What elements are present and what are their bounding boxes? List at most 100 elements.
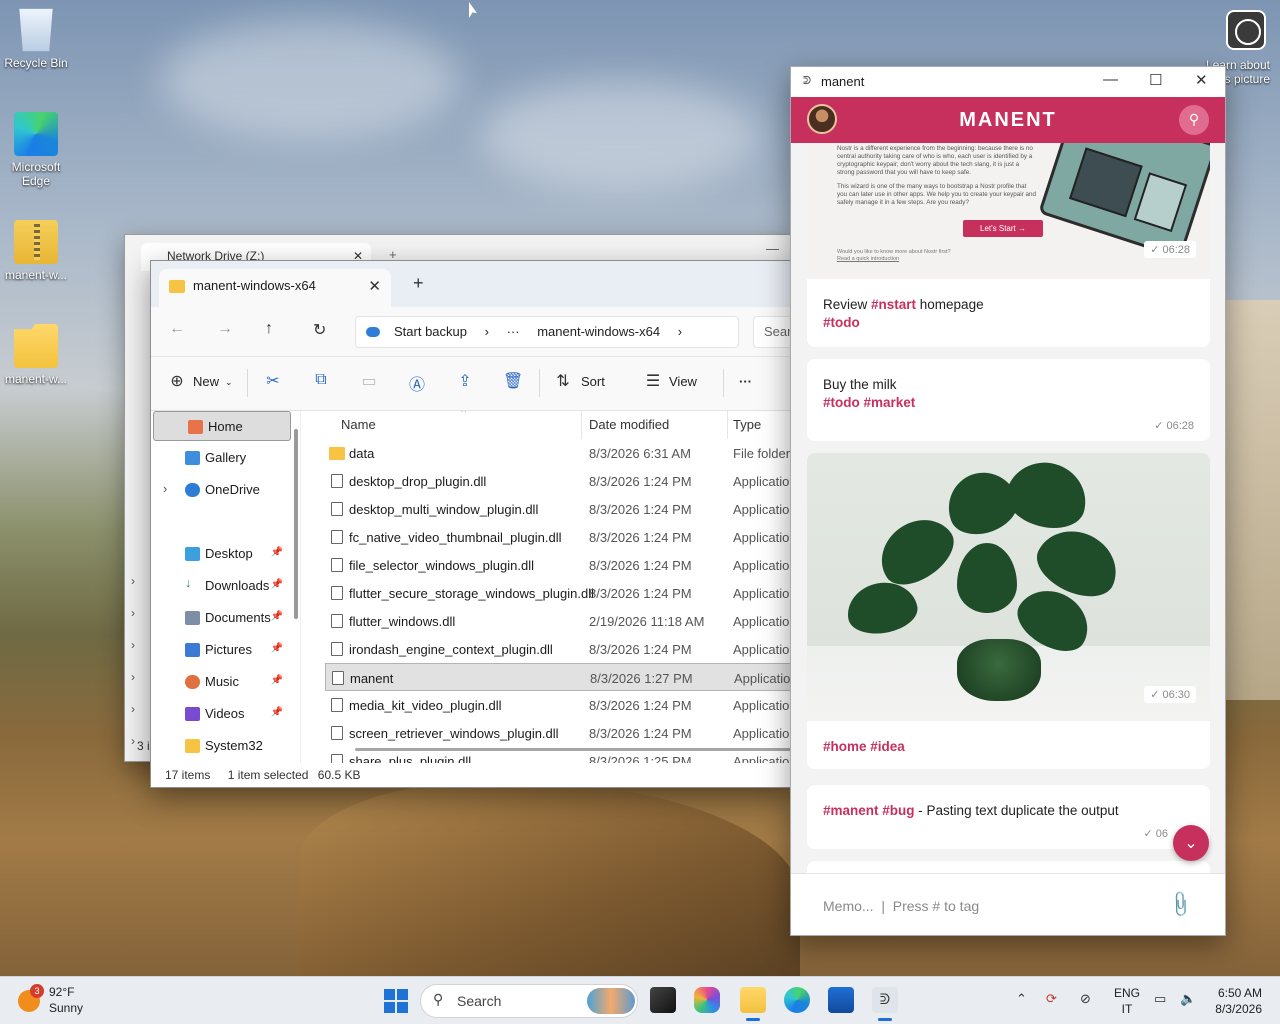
nav-item-home[interactable]: Home <box>153 411 291 441</box>
language-indicator[interactable]: ENG IT <box>1114 985 1140 1017</box>
scrollbar[interactable] <box>294 429 298 619</box>
file-explorer-icon[interactable] <box>740 987 766 1021</box>
file-row[interactable]: data 8/3/2026 6:31 AM File folder <box>325 439 793 467</box>
hashtag[interactable]: #market <box>864 395 916 410</box>
close-icon[interactable]: ✕ <box>1195 71 1208 89</box>
weather-widget[interactable]: 3 92°F Sunny <box>18 984 83 1016</box>
close-tab-icon[interactable]: ✕ <box>368 277 381 295</box>
hashtag[interactable]: #bug <box>882 803 914 818</box>
desktop-icon-edge[interactable]: Microsoft Edge <box>0 112 72 188</box>
chevron-up-icon[interactable]: ⌃ <box>1016 991 1027 1007</box>
memo-input[interactable]: Memo... | Press # to tag 📎 <box>791 873 1225 935</box>
taskbar-search[interactable]: ⚲ Search <box>420 984 638 1018</box>
note-card[interactable]: Buy the milk #todo #market ✓ 06:28 <box>807 359 1210 441</box>
new-button[interactable]: New <box>193 374 219 389</box>
up-arrow-icon[interactable]: ↑ <box>265 320 273 338</box>
expand-arrow-icon[interactable]: › <box>163 481 167 496</box>
file-row[interactable]: flutter_windows.dll 2/19/2026 11:18 AM App… <box>325 607 793 635</box>
cut-icon[interactable]: ✂ <box>263 371 283 391</box>
plant-photo[interactable]: ✓ 06:30 <box>807 453 1210 721</box>
store-icon[interactable] <box>828 987 854 1013</box>
minimize-icon[interactable]: — <box>1103 71 1118 88</box>
explorer-window[interactable]: manent-windows-x64 ✕ + ← → ↑ ↻ Start bac… <box>150 260 794 788</box>
share-icon[interactable]: ⇪ <box>455 371 475 391</box>
column-date[interactable]: Date modified <box>589 417 669 432</box>
column-type[interactable]: Type <box>733 417 761 432</box>
clock[interactable]: 6:50 AM 8/3/2026 <box>1215 985 1262 1017</box>
hashtag[interactable]: #todo <box>823 315 860 330</box>
refresh-icon[interactable]: ↻ <box>313 320 326 340</box>
nav-item-documents[interactable]: Documents 📌 <box>151 603 289 633</box>
desktop-icon-recycle-bin[interactable]: Recycle Bin <box>0 8 72 70</box>
file-row[interactable]: flutter_secure_storage_windows_plugin.dl… <box>325 579 793 607</box>
start-button[interactable] <box>384 989 408 1013</box>
copy-icon[interactable]: ⧉ <box>311 371 331 391</box>
file-row[interactable]: screen_retriever_windows_plugin.dll 8/3/2… <box>325 719 793 747</box>
file-row[interactable]: desktop_drop_plugin.dll 8/3/2026 1:24 PM A… <box>325 467 793 495</box>
pin-icon[interactable]: 📌 <box>271 611 283 622</box>
hashtags[interactable]: #home #idea <box>823 739 905 754</box>
volume-icon[interactable]: 🔈 <box>1180 991 1196 1007</box>
cloud <box>480 80 760 190</box>
nav-item-system32[interactable]: System32 <box>151 731 289 761</box>
minimize-icon[interactable]: — <box>766 241 779 256</box>
breadcrumb-more[interactable]: ··· <box>507 324 520 339</box>
nav-item-onedrive[interactable]: › OneDrive <box>151 475 289 505</box>
cloud-offline-icon[interactable]: ⊘ <box>1080 991 1091 1007</box>
rename-icon[interactable]: Ⓐ <box>407 371 427 394</box>
paste-icon[interactable]: ▭ <box>359 371 379 391</box>
nav-item-gallery[interactable]: Gallery <box>151 443 289 473</box>
nav-item-videos[interactable]: Videos 📌 <box>151 699 289 729</box>
hashtag[interactable]: #todo <box>823 395 860 410</box>
file-row[interactable]: fc_native_video_thumbnail_plugin.dll 8/3/… <box>325 523 793 551</box>
new-tab-icon[interactable]: + <box>413 273 424 294</box>
notes-feed[interactable]: Nostr is a different experience from the… <box>791 143 1225 875</box>
note-photo-card[interactable]: ✓ 06:30 #home #idea <box>807 453 1210 769</box>
pin-icon[interactable]: 📌 <box>271 675 283 686</box>
desktop-icon-folder[interactable]: manent-w... <box>0 324 72 386</box>
sync-icon[interactable]: ⟳ <box>1046 991 1057 1007</box>
manent-window[interactable]: ᕲ manent — ☐ ✕ MANENT ⚲ Nostr is a diffe… <box>790 66 1226 936</box>
maximize-icon[interactable]: ☐ <box>1149 71 1162 89</box>
hashtag[interactable]: #nstart <box>871 297 916 312</box>
delete-icon[interactable]: 🗑 <box>503 371 523 391</box>
pin-icon[interactable]: 📌 <box>271 547 283 558</box>
pin-icon[interactable]: 📌 <box>271 579 283 590</box>
file-row[interactable]: irondash_engine_context_plugin.dll 8/3/20… <box>325 635 793 663</box>
breadcrumb[interactable]: Start backup › ··· manent-windows-x64 › <box>355 316 739 348</box>
task-view-icon[interactable] <box>650 987 676 1013</box>
breadcrumb-folder[interactable]: manent-windows-x64 <box>537 324 660 339</box>
attach-icon[interactable]: 📎 <box>1164 889 1195 919</box>
search-input[interactable]: Sear <box>753 316 793 348</box>
network-icon[interactable]: ▭ <box>1154 991 1166 1007</box>
hashtag[interactable]: #manent <box>823 803 879 818</box>
nav-item-desktop[interactable]: Desktop 📌 <box>151 539 289 569</box>
copilot-icon[interactable] <box>694 987 720 1013</box>
back-arrow-icon[interactable]: ← <box>169 320 185 338</box>
nav-item-music[interactable]: Music 📌 <box>151 667 289 697</box>
horizontal-scrollbar[interactable] <box>355 748 793 751</box>
note-card[interactable]: #manent #bug - Pasting text duplicate th… <box>807 785 1210 849</box>
forward-arrow-icon[interactable]: → <box>217 320 233 338</box>
more-options-button[interactable]: ··· <box>739 374 752 389</box>
manent-app-icon[interactable]: ᕲ <box>872 987 898 1021</box>
tab-manent-windows[interactable]: manent-windows-x64 ✕ <box>159 269 391 307</box>
nav-item-pictures[interactable]: Pictures 📌 <box>151 635 289 665</box>
view-button[interactable]: View <box>669 374 697 389</box>
file-row[interactable]: manent 8/3/2026 1:27 PM Application <box>325 663 793 691</box>
pin-icon[interactable]: 📌 <box>271 707 283 718</box>
desktop-icon-zip[interactable]: manent-w... <box>0 220 72 282</box>
column-name[interactable]: Name <box>341 417 376 432</box>
note-image-promo[interactable]: Nostr is a different experience from the… <box>807 143 1210 279</box>
edge-icon[interactable] <box>784 987 810 1013</box>
scroll-down-button[interactable]: ⌄ <box>1173 825 1209 861</box>
breadcrumb-backup[interactable]: Start backup <box>394 324 467 339</box>
file-row[interactable]: file_selector_windows_plugin.dll 8/3/2026… <box>325 551 793 579</box>
pin-icon[interactable]: 📌 <box>271 643 283 654</box>
nav-item-downloads[interactable]: ↓ Downloads 📌 <box>151 571 289 601</box>
note-card[interactable]: Review #nstart homepage #todo <box>807 279 1210 347</box>
sort-button[interactable]: Sort <box>581 374 605 389</box>
file-row[interactable]: media_kit_video_plugin.dll 8/3/2026 1:24 … <box>325 691 793 719</box>
file-row[interactable]: desktop_multi_window_plugin.dll 8/3/2026 … <box>325 495 793 523</box>
search-button[interactable]: ⚲ <box>1179 105 1209 135</box>
